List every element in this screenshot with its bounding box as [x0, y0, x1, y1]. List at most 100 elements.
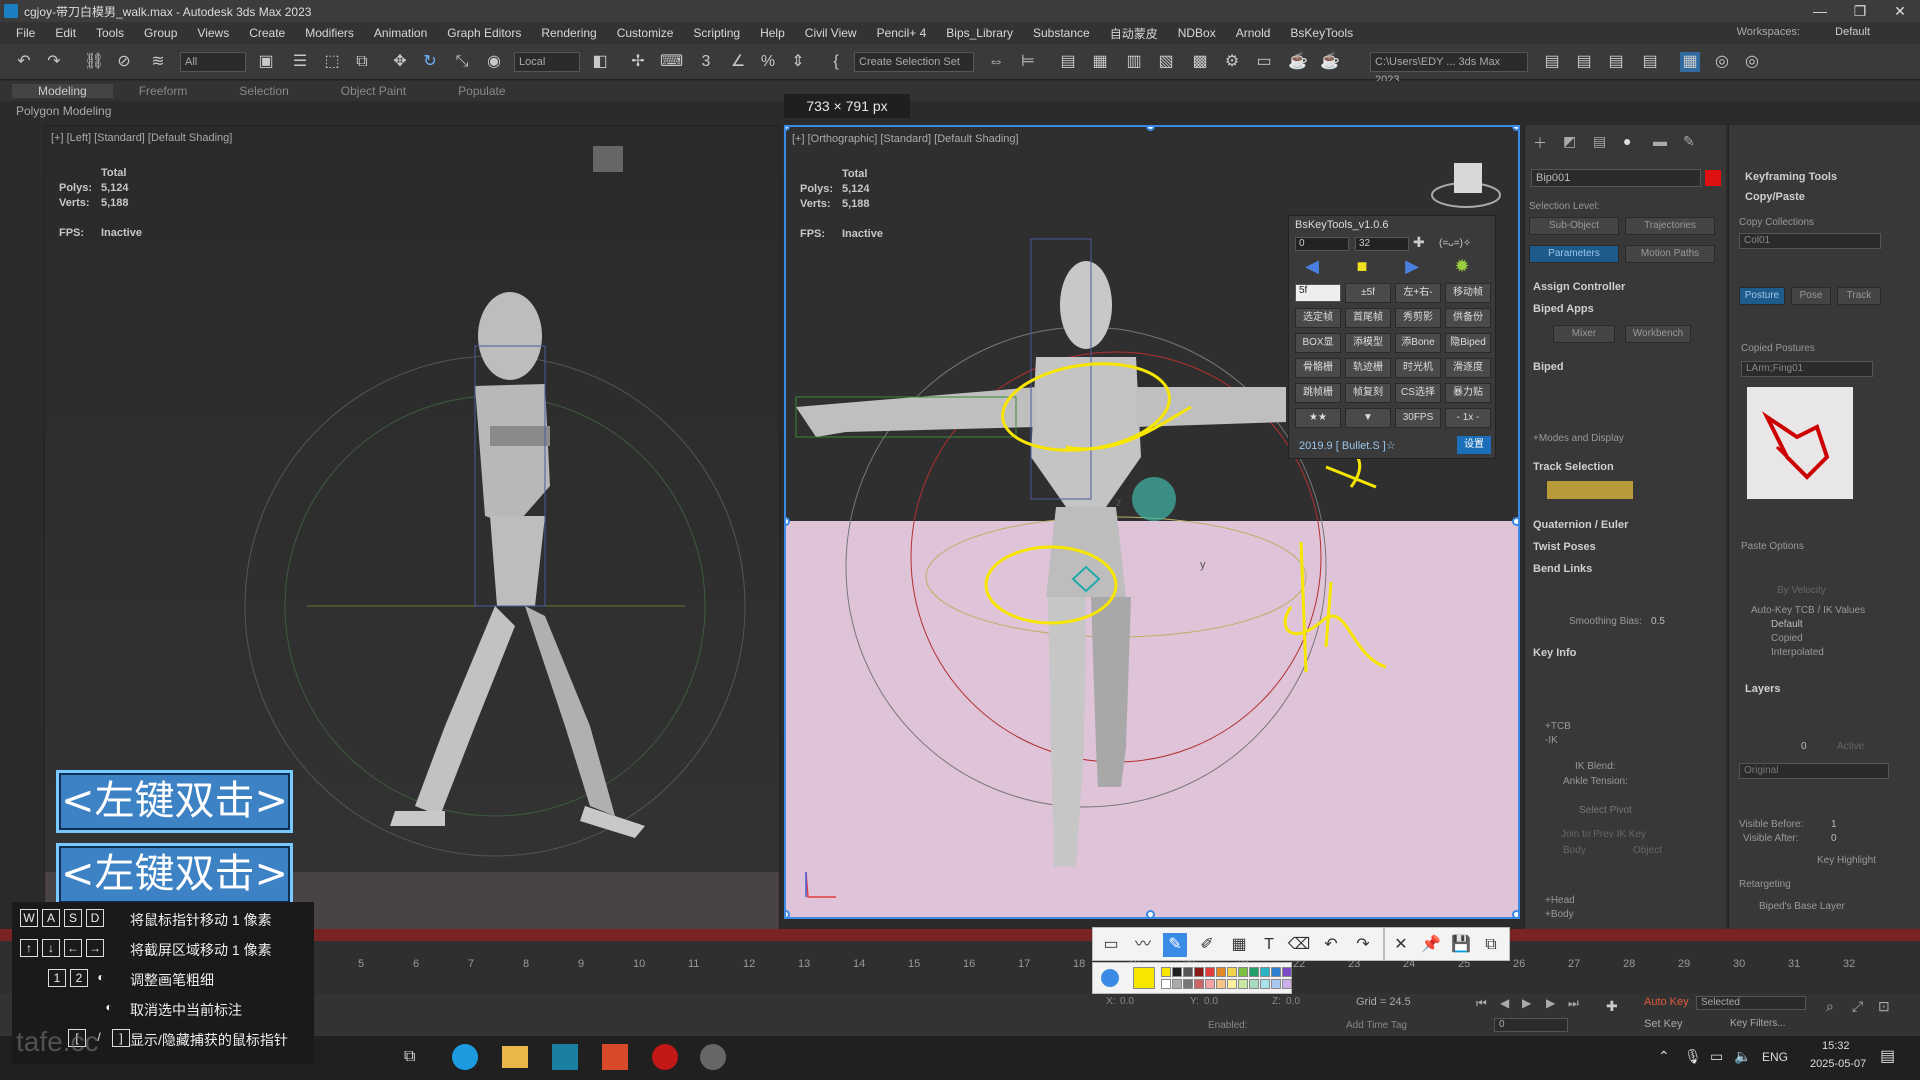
mosaic-tool-icon[interactable]: ▦	[1227, 933, 1251, 957]
eraser-tool-icon[interactable]: ⌫	[1287, 933, 1311, 957]
key-filters-button[interactable]: Key Filters...	[1730, 1018, 1786, 1029]
menu-rendering[interactable]: Rendering	[531, 26, 606, 40]
track-tab[interactable]: Track	[1837, 287, 1881, 305]
schematic-view-icon[interactable]: ▧	[1156, 52, 1176, 72]
menu-ndbox[interactable]: NDBox	[1168, 26, 1226, 40]
notification-icon[interactable]: ▤	[1880, 1046, 1895, 1066]
pivot-icon[interactable]: ◧	[590, 52, 610, 72]
section-bend-links[interactable]: Bend Links	[1533, 563, 1592, 575]
create-tab-icon[interactable]: ＋	[1533, 133, 1547, 153]
mic-icon[interactable]: 🎙	[1684, 1048, 1702, 1065]
color-swatch[interactable]	[1161, 979, 1171, 989]
section-quaternion-euler[interactable]: Quaternion / Euler	[1533, 519, 1628, 531]
modes-display-rollout[interactable]: +Modes and Display	[1533, 433, 1624, 444]
section-keyframing-tools[interactable]: Keyframing Tools	[1745, 171, 1837, 183]
bskey-footer[interactable]: 2019.9 [ Bullet.S ]☆	[1299, 439, 1396, 452]
bsk-btn-0-0[interactable]: ±5f	[1345, 283, 1391, 303]
color-swatch[interactable]	[1282, 979, 1292, 989]
radio-copied[interactable]: Copied	[1771, 633, 1803, 644]
bsk-btn-5-2[interactable]: 30FPS	[1395, 408, 1441, 428]
collection-dropdown[interactable]: Col01	[1739, 233, 1881, 249]
section-track-selection[interactable]: Track Selection	[1533, 461, 1614, 473]
color-swatch[interactable]	[1172, 967, 1182, 977]
save-capture-icon[interactable]: 💾	[1449, 933, 1473, 957]
bsk-btn-4-3[interactable]: 暴力贴	[1445, 383, 1491, 403]
play-icon[interactable]: ▶	[1522, 996, 1531, 1010]
hierarchy-tab-icon[interactable]: ▤	[1593, 133, 1606, 150]
object-color-swatch[interactable]	[1705, 170, 1721, 186]
undo-icon[interactable]: ↶	[14, 52, 34, 72]
double-click-hint-1[interactable]: <左键双击>	[56, 770, 293, 833]
motion-paths-button[interactable]: Motion Paths	[1625, 245, 1715, 263]
visible-after-value[interactable]: 0	[1831, 833, 1837, 844]
by-velocity-checkbox[interactable]: By Velocity	[1777, 585, 1826, 596]
script-icon-2[interactable]: ▤	[1640, 52, 1660, 72]
stop-icon[interactable]: ■	[1347, 254, 1377, 278]
visible-before-value[interactable]: 1	[1831, 819, 1837, 830]
workspace-dropdown[interactable]: Default	[1835, 26, 1870, 38]
clock-time[interactable]: 15:32	[1822, 1040, 1850, 1052]
snap-icon[interactable]: 3	[696, 52, 716, 72]
menu-views[interactable]: Views	[187, 26, 239, 40]
minimize-button[interactable]: —	[1800, 0, 1840, 22]
smoothing-bias-value[interactable]: 0.5	[1651, 616, 1665, 627]
radio-default[interactable]: Default	[1771, 619, 1803, 630]
zoom-extents-icon[interactable]: ⊡	[1878, 998, 1890, 1015]
layer-name-field[interactable]: Original	[1739, 763, 1889, 779]
render-active-icon[interactable]: ☕	[1320, 52, 1340, 72]
color-swatch[interactable]	[1238, 979, 1248, 989]
layer-index[interactable]: 0	[1801, 741, 1807, 752]
color-swatch[interactable]	[1260, 979, 1270, 989]
bsk-btn-2-0[interactable]: BOX显	[1295, 333, 1341, 353]
bsk-btn-3-0[interactable]: 骨骼栅	[1295, 358, 1341, 378]
ime-indicator[interactable]: ENG	[1762, 1050, 1788, 1064]
body-rollout[interactable]: +Body	[1545, 909, 1574, 920]
polyline-tool-icon[interactable]: 〰	[1131, 933, 1155, 957]
tcb-rollout[interactable]: +TCB	[1545, 721, 1571, 732]
script-icon-1[interactable]: ▤	[1606, 52, 1626, 72]
head-rollout[interactable]: +Head	[1545, 895, 1575, 906]
display-tab-icon[interactable]: ▬	[1653, 133, 1667, 149]
menu-help[interactable]: Help	[750, 26, 795, 40]
task-view-icon[interactable]: ⧉	[404, 1048, 415, 1066]
bsk-btn-1-0[interactable]: 选定帧	[1295, 308, 1341, 328]
render-frame-icon[interactable]: ▭	[1254, 52, 1274, 72]
object-name-field[interactable]: Bip001	[1531, 169, 1701, 187]
tab-selection[interactable]: Selection	[213, 84, 314, 98]
bskey-settings-button[interactable]: 设置	[1457, 436, 1491, 454]
capture-handle-r[interactable]	[1512, 517, 1518, 526]
bsk-btn-2-3[interactable]: 隐Biped	[1445, 333, 1491, 353]
set-key-icon[interactable]: ✚	[1606, 998, 1618, 1015]
goto-start-icon[interactable]: ⏮	[1476, 996, 1487, 1011]
section-biped[interactable]: Biped	[1533, 361, 1564, 373]
section-biped-apps[interactable]: Biped Apps	[1533, 303, 1594, 315]
file-explorer-icon[interactable]	[502, 1046, 528, 1068]
bsk-btn-0-2[interactable]: 移动帧	[1445, 283, 1491, 303]
color-swatch[interactable]	[1260, 967, 1270, 977]
menu-graph-editors[interactable]: Graph Editors	[437, 26, 531, 40]
current-color[interactable]	[1133, 967, 1155, 989]
auto-key-button[interactable]: Auto Key	[1644, 996, 1689, 1008]
select-by-name-icon[interactable]: ☰	[290, 52, 310, 72]
goto-end-icon[interactable]: ⏭	[1568, 996, 1579, 1011]
maximize-button[interactable]: ❐	[1840, 0, 1880, 22]
select-manipulate-icon[interactable]: ✢	[628, 52, 648, 72]
tab-object-paint[interactable]: Object Paint	[315, 84, 432, 98]
menu-bskeytools[interactable]: BsKeyTools	[1280, 26, 1363, 40]
app-taskbar-icon[interactable]	[602, 1044, 628, 1070]
highlighter-tool-icon[interactable]: ✐	[1195, 933, 1219, 957]
key-set-dropdown[interactable]: Selected	[1696, 996, 1806, 1010]
move-icon[interactable]: ✥	[390, 52, 410, 72]
color-swatch[interactable]	[1282, 967, 1292, 977]
pose-tab[interactable]: Pose	[1791, 287, 1831, 305]
bsk-btn-2-1[interactable]: 添模型	[1345, 333, 1391, 353]
script-icon-4[interactable]: ◎	[1712, 52, 1732, 72]
bsk-btn-3-1[interactable]: 轨迹栅	[1345, 358, 1391, 378]
double-click-hint-2[interactable]: <左键双击>	[56, 843, 293, 906]
menu-modifiers[interactable]: Modifiers	[295, 26, 364, 40]
color-swatch[interactable]	[1249, 967, 1259, 977]
capture-handle-tr[interactable]	[1512, 127, 1518, 131]
color-swatch[interactable]	[1183, 979, 1193, 989]
recorder-icon[interactable]	[652, 1044, 678, 1070]
open-explorer-icon[interactable]: ▤	[1574, 52, 1594, 72]
